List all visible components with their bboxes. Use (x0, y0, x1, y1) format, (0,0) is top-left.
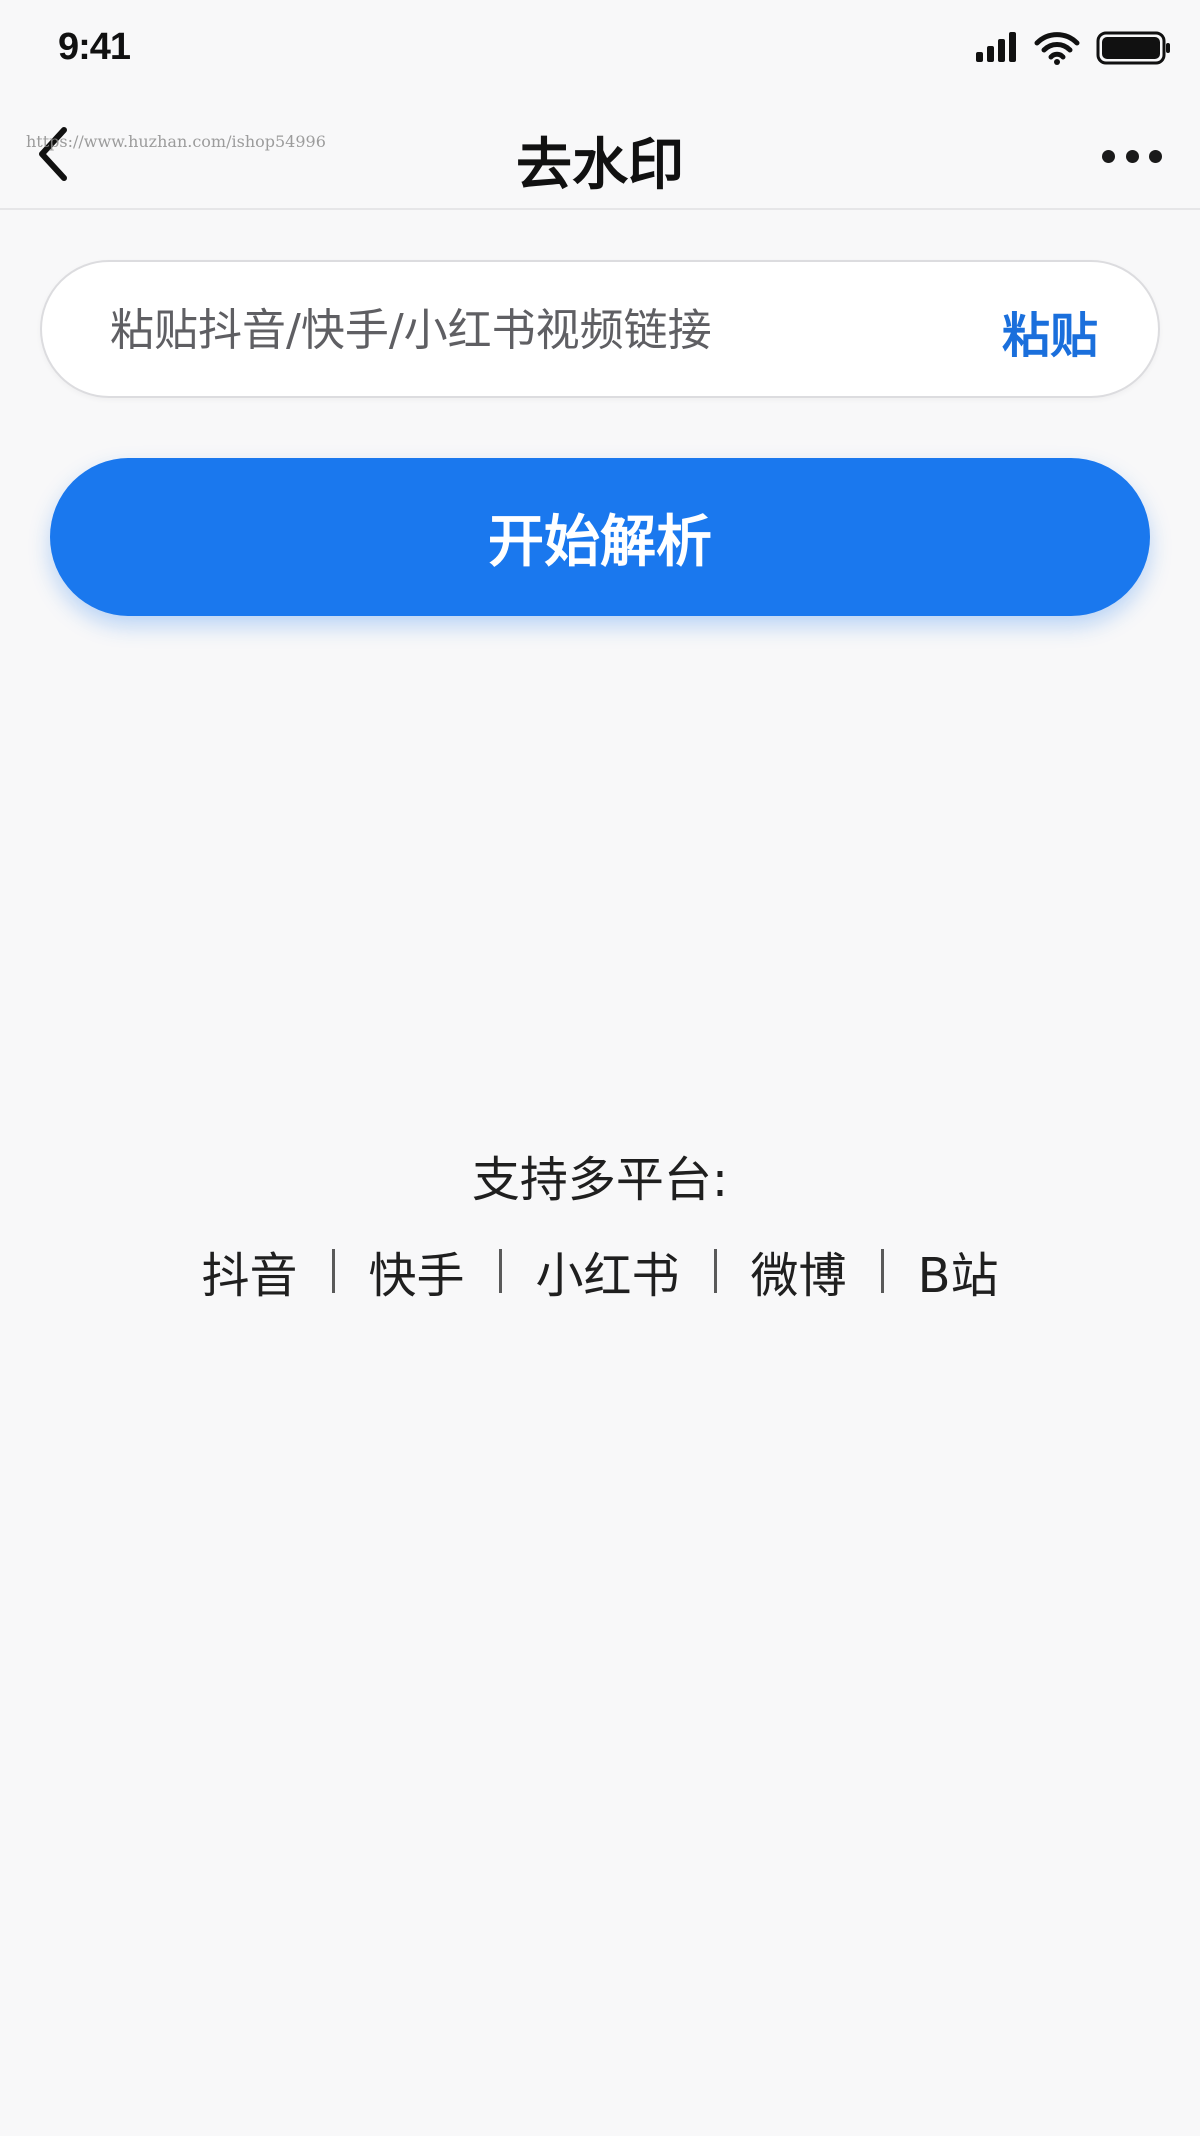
platform-list: 抖音 快手 小红书 微博 B站 (0, 1236, 1200, 1306)
more-dot (1125, 149, 1139, 163)
platform-item: 微博 (750, 1248, 847, 1304)
more-dot (1102, 149, 1115, 163)
platform-item: 快手 (368, 1248, 465, 1304)
wifi-icon (1034, 32, 1080, 65)
start-parse-button[interactable]: 开始解析 (50, 458, 1150, 616)
status-bar: 9:41 (0, 0, 1200, 100)
video-link-input[interactable] (108, 262, 932, 398)
paste-button[interactable]: 粘贴 (1002, 296, 1098, 366)
support-title: 支持多平台: (471, 1152, 729, 1208)
cellular-signal-icon (976, 32, 1016, 62)
divider (331, 1249, 335, 1293)
status-icons (974, 28, 1172, 68)
nav-bar: https://www.huzhan.com/ishop54996 去水印 (0, 100, 1200, 210)
more-dot (1149, 149, 1162, 163)
page: 9:41 https://www.huzhan.com/ishop54996 去… (0, 0, 1200, 2136)
battery-icon (1096, 31, 1170, 65)
platform-item: B站 (917, 1248, 999, 1304)
page-title: 去水印 (516, 133, 684, 198)
platform-item: 小红书 (535, 1248, 680, 1304)
more-horizontal-icon[interactable] (1102, 146, 1162, 166)
divider (713, 1249, 717, 1293)
status-time: 9:41 (58, 26, 131, 68)
platform-item: 抖音 (201, 1248, 298, 1304)
divider (880, 1249, 884, 1293)
link-input-container: 粘贴 (40, 260, 1160, 398)
divider (498, 1249, 502, 1293)
